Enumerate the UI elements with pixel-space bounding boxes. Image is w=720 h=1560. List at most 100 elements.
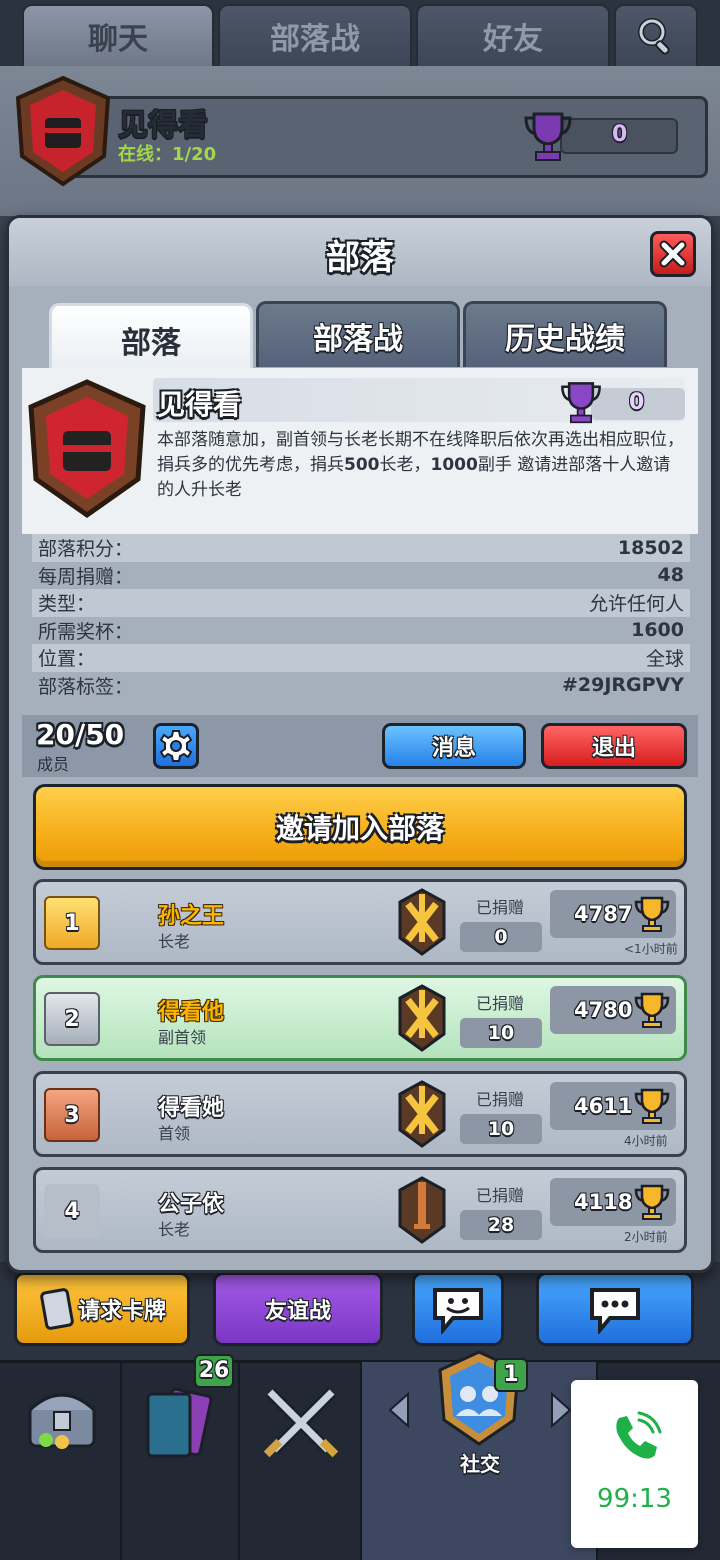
nav-shop[interactable] bbox=[0, 1362, 122, 1560]
co-leader-rank-icon bbox=[398, 984, 446, 1052]
clan-badge-large-icon bbox=[28, 379, 146, 519]
member-name: 得看他 bbox=[158, 1000, 225, 1025]
stat-label: 位置： bbox=[38, 648, 96, 671]
rank-badge: 2 bbox=[44, 992, 100, 1046]
request-cards-button[interactable]: 请求卡牌 bbox=[14, 1272, 190, 1346]
donated-label: 已捐赠 bbox=[476, 1090, 525, 1109]
tab-history-label: 历史战绩 bbox=[505, 321, 625, 357]
rank-badge: 1 bbox=[44, 896, 100, 950]
tab-clan-war-label: 部落战 bbox=[313, 321, 403, 357]
background-clan-name: 见得看 bbox=[118, 108, 208, 143]
social-badge: 1 bbox=[494, 1358, 528, 1392]
member-rank-icon bbox=[398, 1176, 446, 1244]
member-trophies: 4787 bbox=[574, 902, 633, 926]
tab-clan-label: 部落 bbox=[121, 325, 181, 361]
description-number-2: 1000 bbox=[430, 455, 478, 475]
cards-badge: 26 bbox=[194, 1354, 234, 1388]
smiley-chat-icon bbox=[433, 1288, 483, 1334]
invite-button-label: 邀请加入部落 bbox=[275, 812, 444, 845]
member-role: 首领 bbox=[158, 1124, 191, 1143]
stat-label: 部落标签： bbox=[38, 675, 134, 698]
member-trophies: 4118 bbox=[574, 1190, 633, 1214]
friendly-battle-label: 友谊战 bbox=[264, 1299, 331, 1324]
rank-badge: 4 bbox=[44, 1184, 100, 1238]
top-tab-friends[interactable]: 好友 bbox=[416, 4, 610, 66]
member-trophies: 4780 bbox=[574, 998, 633, 1022]
stat-label: 每周捐赠： bbox=[38, 565, 134, 588]
search-icon bbox=[638, 18, 670, 55]
member-row[interactable]: 1 孙之王 长老 已捐赠 0 4787 <1小时前 bbox=[33, 879, 687, 965]
message-button-label: 消息 bbox=[431, 736, 476, 761]
member-row[interactable]: 3 得看她 首领 已捐赠 10 4611 4小时前 bbox=[33, 1071, 687, 1157]
member-row[interactable]: 4 公子依 长老 已捐赠 28 4118 2小时前 bbox=[33, 1167, 687, 1253]
nav-battle[interactable] bbox=[240, 1362, 362, 1560]
settings-button[interactable] bbox=[153, 723, 199, 769]
social-label: 社交 bbox=[460, 1452, 500, 1476]
stat-row: 部落标签： #29JRGPVY bbox=[32, 672, 690, 700]
stat-value: 48 bbox=[657, 564, 684, 587]
search-button[interactable] bbox=[614, 4, 698, 66]
close-icon bbox=[659, 240, 687, 268]
description-text-2: 长老， bbox=[379, 455, 431, 475]
stat-value: 允许任何人 bbox=[588, 593, 684, 616]
rank-badge: 3 bbox=[44, 1088, 100, 1142]
arrow-left-icon[interactable] bbox=[386, 1392, 412, 1428]
stat-value: 1600 bbox=[631, 619, 684, 642]
clan-modal: 部落 部落 部落战 历史战绩 见得看 0 本部落随意加，副首领与长老长期不在线降… bbox=[6, 215, 714, 1273]
invite-button[interactable]: 邀请加入部落 bbox=[33, 784, 687, 870]
friendly-battle-button[interactable]: 友谊战 bbox=[213, 1272, 383, 1346]
stat-label: 类型： bbox=[38, 593, 96, 616]
stat-label: 所需奖杯： bbox=[38, 620, 134, 643]
last-seen: <1小时前 bbox=[624, 942, 678, 956]
call-widget[interactable]: 99:13 bbox=[571, 1380, 698, 1548]
nav-social[interactable]: 1 社交 bbox=[362, 1350, 598, 1560]
member-count: 20/50 bbox=[36, 718, 125, 751]
background-clan-online: 在线：1/20 bbox=[118, 144, 217, 165]
gear-icon bbox=[159, 730, 193, 762]
donated-label: 已捐赠 bbox=[476, 994, 525, 1013]
emote-button[interactable] bbox=[412, 1272, 504, 1346]
stat-row: 每周捐赠： 48 bbox=[32, 562, 690, 590]
treasure-chest-icon bbox=[28, 1393, 96, 1449]
member-trophies: 4611 bbox=[574, 1094, 633, 1118]
donated-value: 10 bbox=[460, 1018, 542, 1048]
exit-button-label: 退出 bbox=[591, 736, 636, 761]
exit-button[interactable]: 退出 bbox=[541, 723, 687, 769]
clan-name: 见得看 bbox=[157, 388, 242, 421]
elder-rank-icon bbox=[398, 888, 446, 956]
clan-badge-icon bbox=[15, 76, 111, 187]
stat-row: 部落积分： 18502 bbox=[32, 534, 690, 562]
member-label: 成员 bbox=[37, 755, 70, 774]
top-tab-clan-war-label: 部落战 bbox=[270, 22, 360, 57]
nav-cards[interactable]: 26 bbox=[122, 1354, 240, 1560]
crossed-swords-icon bbox=[263, 1387, 339, 1458]
tab-clan-war[interactable]: 部落战 bbox=[256, 301, 460, 367]
top-tab-bar: 聊天 部落战 好友 bbox=[0, 0, 720, 66]
cards-icon bbox=[146, 1387, 213, 1458]
request-cards-label: 请求卡牌 bbox=[77, 1299, 166, 1324]
message-button[interactable]: 消息 bbox=[382, 723, 526, 769]
tab-clan[interactable]: 部落 bbox=[49, 303, 253, 373]
card-icon bbox=[40, 1288, 74, 1330]
chat-button[interactable] bbox=[536, 1272, 694, 1346]
clan-trophy-icon bbox=[524, 112, 572, 161]
member-role: 副首领 bbox=[158, 1028, 207, 1047]
close-button[interactable] bbox=[650, 231, 696, 277]
modal-title: 部落 bbox=[326, 238, 394, 278]
stat-row: 类型： 允许任何人 bbox=[32, 589, 690, 617]
clan-trophy-value: 0 bbox=[629, 390, 645, 415]
top-tab-friends-label: 好友 bbox=[483, 22, 543, 57]
stat-value: #29JRGPVY bbox=[561, 674, 684, 697]
clan-description: 本部落随意加，副首领与长老长期不在线降职后依次再选出相应职位，捐兵多的优先考虑，… bbox=[157, 428, 687, 503]
trophy-icon bbox=[634, 896, 670, 932]
top-tab-chat[interactable]: 聊天 bbox=[22, 4, 214, 66]
top-tab-clan-war[interactable]: 部落战 bbox=[218, 4, 412, 66]
last-seen: 2小时前 bbox=[624, 1230, 668, 1244]
member-row[interactable]: 2 得看他 副首领 已捐赠 10 4780 bbox=[33, 975, 687, 1061]
last-seen: 4小时前 bbox=[624, 1134, 668, 1148]
leader-rank-icon bbox=[398, 1080, 446, 1148]
clan-trophy-icon bbox=[561, 382, 601, 424]
stat-value: 全球 bbox=[645, 648, 684, 671]
tab-history[interactable]: 历史战绩 bbox=[463, 301, 667, 367]
donated-label: 已捐赠 bbox=[476, 1186, 525, 1205]
